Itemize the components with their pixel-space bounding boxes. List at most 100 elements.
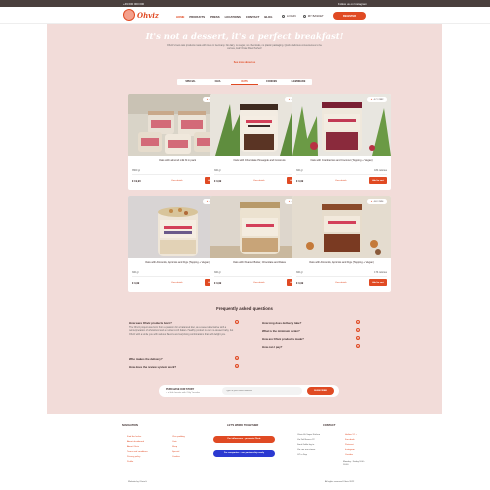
rating-value: 4.7 / 2332 [373, 98, 384, 101]
phone-number[interactable]: +49 000 000 000 [123, 2, 144, 6]
product-name[interactable]: Oats with Almonds, Apricots and Figs (To… [296, 261, 387, 264]
address-line: Via Del Brunco 22 [297, 439, 315, 441]
tab-chia[interactable]: CHIA [204, 79, 231, 85]
hero-text: Ohviz's best oats products made with lov… [167, 44, 322, 51]
product-price: € 3,99 [132, 281, 140, 285]
newsletter-box: PURCHASE OUR STORY + a little favorite w… [159, 385, 339, 397]
star-icon: ★ [288, 201, 291, 203]
product-card[interactable]: ★ 4.7 / 2332 Oats with Cranberries and Co… [292, 94, 391, 190]
nav-locations[interactable]: LOCATIONS [225, 15, 241, 19]
subscribe-button[interactable]: SUBSCRIBE [307, 387, 334, 395]
faq-question[interactable]: How are Ohviz products made? [262, 337, 304, 341]
product-card[interactable]: ★4.8 / 2524 Oats with Almonds, Apricots … [292, 196, 391, 292]
email-input[interactable] [222, 387, 302, 395]
contact-link[interactable]: Facebook [345, 439, 355, 441]
faq-question[interactable]: Who makes the delivery? [129, 357, 163, 361]
expand-icon[interactable]: + [235, 364, 239, 368]
footer-nav-heading: NAVIGATION [122, 424, 138, 427]
nav-home[interactable]: HOME [176, 15, 184, 19]
expand-icon[interactable]: + [356, 336, 360, 340]
newsletter-subtitle: + a little favorite with Ohly Yasoobe [166, 391, 201, 394]
contact-link[interactable]: Instagram [345, 449, 355, 451]
tab-special[interactable]: SPECIAL [177, 79, 204, 85]
nav-contact[interactable]: CONTACT [246, 15, 259, 19]
footer-link[interactable]: Privacy policy [127, 456, 140, 458]
footer-link[interactable]: Terms and conditions [127, 451, 148, 453]
faq-question[interactable]: How does the review system work? [129, 365, 176, 369]
footer: NAVIGATION Find the locker About ohvizbr… [47, 414, 442, 490]
view-details-link[interactable]: View details [171, 180, 183, 182]
expand-icon[interactable]: + [356, 344, 360, 348]
faq-answer: The Ohviz project was born from a passio… [129, 326, 234, 336]
add-to-cart-button[interactable]: Add to cart [369, 177, 387, 184]
header: Ohviz HOME PRODUCTS PRESS LOCATIONS CONT… [0, 7, 490, 24]
footer-link[interactable]: Special [172, 451, 179, 453]
login-link[interactable]: LOGIN [282, 14, 296, 18]
nav-press[interactable]: PRESS [210, 15, 219, 19]
view-details-link[interactable]: View details [335, 282, 347, 284]
product-image[interactable] [292, 196, 391, 258]
product-weight: 300 gr [296, 271, 303, 274]
footer-credit: Website by Ohviz.It [128, 481, 147, 483]
product-image[interactable] [292, 94, 391, 156]
footer-link[interactable]: Cookies [172, 456, 180, 458]
opening-hours: Monday - Friday 9:00 - 18:00 [343, 461, 366, 467]
product-price: € 3,99 [214, 281, 222, 285]
product-weight: 300 gr [132, 271, 139, 274]
rating-badge: ★ 4.7 / 2332 [367, 97, 387, 102]
contact-link[interactable]: Youtube [345, 454, 353, 456]
tab-oats[interactable]: OATS [231, 79, 258, 85]
product-calories: 176 calories [374, 271, 387, 274]
nav-products[interactable]: PRODUCTS [189, 15, 205, 19]
star-icon: ★ [206, 201, 209, 203]
footer-link[interactable]: Oats [172, 441, 177, 443]
about-us-link[interactable]: See more about us [47, 61, 442, 64]
product-price: € 3,99 [296, 281, 304, 285]
view-details-link[interactable]: View details [253, 282, 265, 284]
address-line: Ohviz Kit Super Kitchen [297, 434, 321, 436]
footer-link[interactable]: Shop [172, 446, 177, 448]
footer-link[interactable]: Profile [127, 461, 133, 463]
companies-button[interactable]: For companies - our partnership ready [213, 450, 275, 457]
main-nav: HOME PRODUCTS PRESS LOCATIONS CONTACT BL… [176, 15, 272, 19]
faq-question[interactable]: How can I pay? [262, 345, 282, 349]
rating-value: 4.8 / 2524 [373, 200, 384, 203]
logo[interactable]: Ohviz [123, 9, 159, 21]
star-icon: ★ [370, 99, 373, 101]
product-weight: 3500 gr [132, 169, 141, 172]
basket-icon [302, 14, 306, 18]
view-details-link[interactable]: View details [171, 282, 183, 284]
address-line: Santi Gallia Ing to [297, 444, 315, 446]
footer-link[interactable]: About Ohviz [127, 446, 139, 448]
brand-name: Ohviz [137, 10, 159, 20]
expand-icon[interactable]: + [356, 320, 360, 324]
register-button[interactable]: REGISTER [333, 12, 366, 20]
instagram-follow-link[interactable]: Follow us on Instagram [338, 2, 367, 6]
product-price: € 3,99 [296, 179, 304, 183]
login-label: LOGIN [287, 14, 296, 18]
tab-cookies[interactable]: COOKIES [258, 79, 285, 85]
faq-question[interactable]: How were Ohviz products born? [129, 321, 172, 325]
product-calories: 180 calories [374, 169, 387, 172]
collapse-icon[interactable]: − [235, 320, 239, 324]
expand-icon[interactable]: + [356, 328, 360, 332]
expand-icon[interactable]: + [235, 356, 239, 360]
nav-blog[interactable]: BLOG [264, 15, 272, 19]
footer-link[interactable]: Chia pudding [172, 436, 185, 438]
product-price: € 19,90 [132, 179, 141, 183]
faq-question[interactable]: How long does delivery take? [262, 321, 301, 325]
footer-link[interactable]: Find the locker [127, 436, 141, 438]
basket-link[interactable]: MY BASKET [302, 14, 324, 18]
category-tabs: SPECIAL CHIA OATS COOKIES LEMONADE [177, 79, 312, 85]
add-to-cart-button[interactable]: Add to cart [369, 279, 387, 286]
contact-link[interactable]: Pinterest [345, 444, 354, 446]
tab-lemonade[interactable]: LEMONADE [285, 79, 312, 85]
faq-question[interactable]: What is the minimum order? [262, 329, 300, 333]
view-details-link[interactable]: View details [253, 180, 265, 182]
product-name[interactable]: Oats with Cranberries and Coconut (Toppi… [296, 159, 387, 162]
view-details-link[interactable]: View details [335, 180, 347, 182]
newsletter-title: PURCHASE OUR STORY [166, 387, 195, 391]
influencers-button[interactable]: For influencers - promote Ohviz [213, 436, 275, 443]
contact-link[interactable]: Hotline 12 + [345, 434, 357, 436]
footer-link[interactable]: About ohvizbrand [127, 441, 144, 443]
